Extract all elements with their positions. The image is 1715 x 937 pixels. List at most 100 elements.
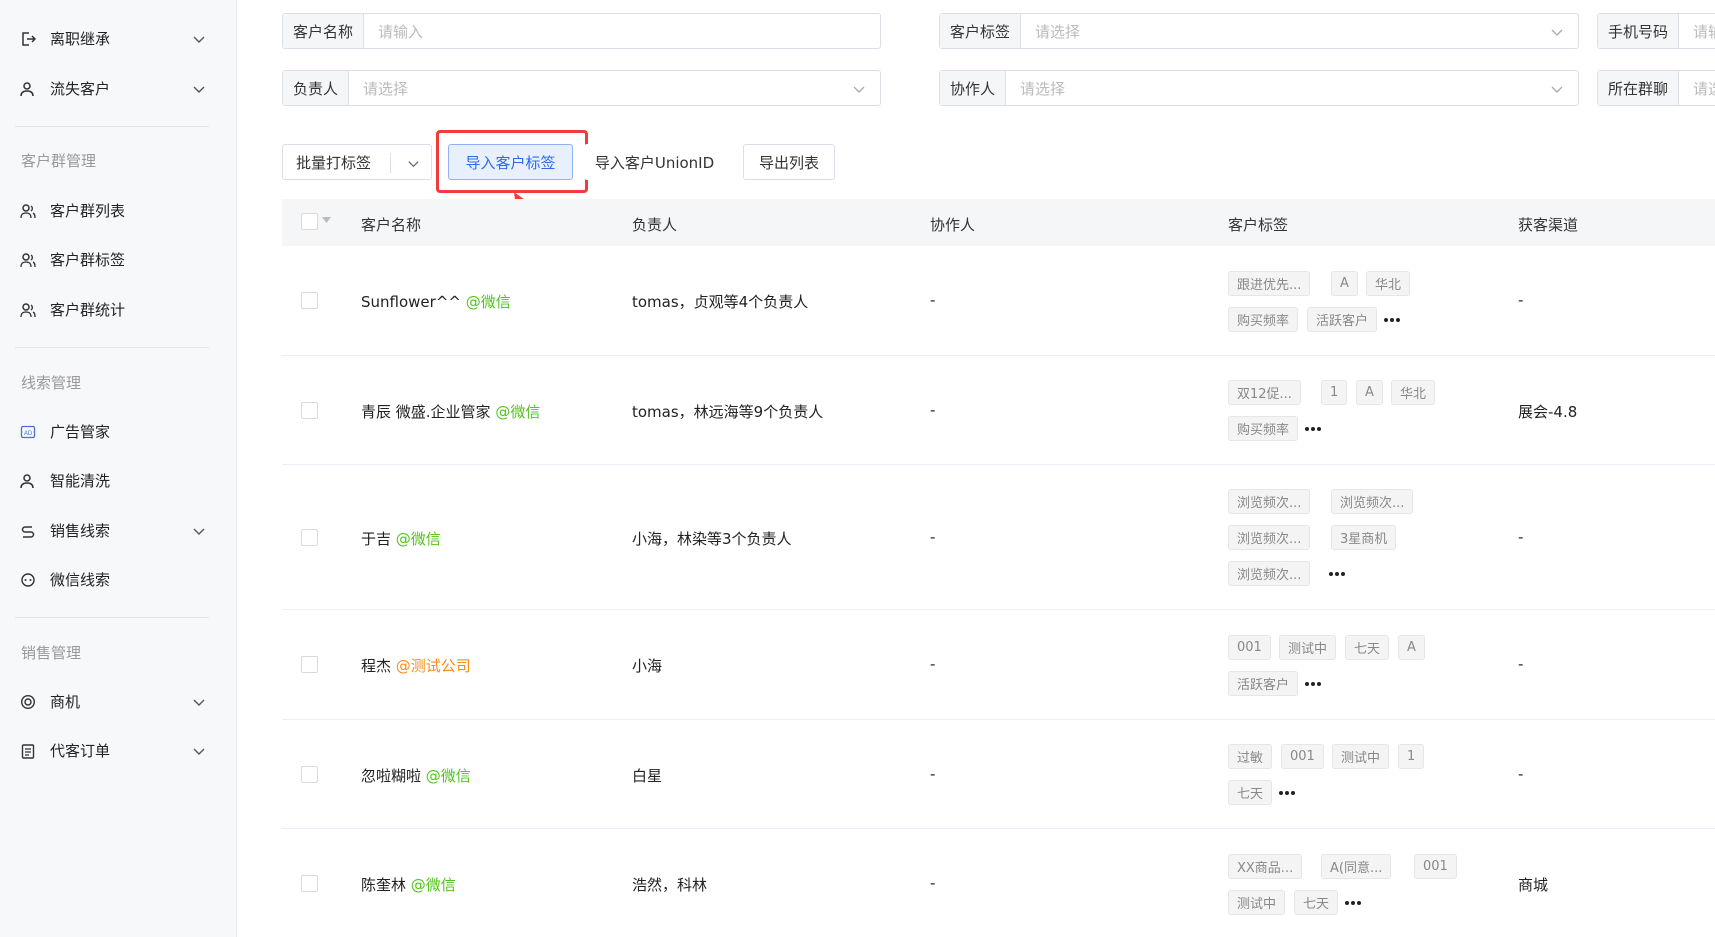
sidebar-item-opportunity[interactable]: 商机 bbox=[0, 683, 237, 719]
filter-label: 手机号码 bbox=[1598, 14, 1680, 48]
customer-tag: 001 bbox=[1281, 744, 1324, 769]
wechat-icon bbox=[21, 573, 35, 587]
table-row[interactable]: 青辰 微盛.企业管家 @微信 tomas，林远海等9个负责人 - 展会-4.8 双12促… bbox=[282, 356, 1715, 465]
divider bbox=[15, 126, 209, 127]
row-checkbox[interactable] bbox=[301, 528, 318, 546]
sidebar-item-wechat-leads[interactable]: 微信线索 bbox=[0, 561, 237, 597]
sidebar-item-label: 商机 bbox=[50, 692, 81, 711]
more-tags-icon[interactable] bbox=[1305, 679, 1325, 689]
table-row[interactable]: 于吉 @微信 小海，林染等3个负责人 - - 浏览频次... 浏览频次... 浏览频次...… bbox=[282, 465, 1715, 610]
owner-cell: 浩然，科林 bbox=[632, 876, 708, 894]
channel-cell: - bbox=[1518, 764, 1524, 783]
owner-cell: tomas，林远海等9个负责人 bbox=[632, 402, 824, 421]
customer-tag-filter[interactable]: 客户标签 请选择 bbox=[939, 13, 1579, 49]
row-checkbox[interactable] bbox=[301, 875, 318, 892]
sidebar-item-smart-clean[interactable]: 智能清洗 bbox=[0, 462, 237, 498]
group-chat-filter[interactable]: 所在群聊 请选 bbox=[1597, 70, 1715, 106]
more-tags-icon[interactable] bbox=[1279, 788, 1299, 798]
select-all-checkbox[interactable] bbox=[301, 213, 318, 230]
filter-label: 客户标签 bbox=[940, 14, 1022, 48]
customer-name: 程杰 bbox=[361, 657, 392, 675]
column-header-collaborator: 协作人 bbox=[930, 216, 976, 234]
collaborator-cell: - bbox=[930, 291, 936, 309]
collaborator-select[interactable]: 请选择 bbox=[1006, 78, 1578, 99]
chevron-down-icon bbox=[193, 748, 205, 755]
customer-name: Sunflower^^ bbox=[361, 293, 461, 311]
table-row[interactable]: 忽啦糊啦 @微信 白星 - - 过敏 001 测试中 1 七天 bbox=[282, 720, 1715, 829]
customer-name-cell[interactable]: Sunflower^^ @微信 bbox=[361, 291, 511, 312]
owner-cell: 小海，林染等3个负责人 bbox=[632, 529, 792, 548]
import-unionid-button[interactable]: 导入客户UnionID bbox=[584, 144, 725, 180]
customer-name-input[interactable]: 请输入 bbox=[364, 21, 880, 42]
export-list-button[interactable]: 导出列表 bbox=[743, 144, 835, 180]
customer-source: @微信 bbox=[425, 766, 471, 785]
collaborator-cell: - bbox=[930, 655, 936, 673]
owner-select[interactable]: 请选择 bbox=[349, 78, 880, 99]
more-tags-icon[interactable] bbox=[1345, 898, 1365, 908]
customer-name-cell[interactable]: 忽啦糊啦 @微信 bbox=[361, 765, 471, 786]
customer-name-cell[interactable]: 陈奎林 @微信 bbox=[361, 874, 456, 895]
customer-name: 陈奎林 bbox=[361, 876, 407, 894]
customer-name-filter[interactable]: 客户名称 请输入 bbox=[282, 13, 881, 49]
collaborator-filter[interactable]: 协作人 请选择 bbox=[939, 70, 1579, 106]
sidebar-item-proxy-orders[interactable]: 代客订单 bbox=[0, 732, 237, 768]
customer-tag: 跟进优先... bbox=[1228, 271, 1311, 296]
customer-tag: 活跃客户 bbox=[1307, 307, 1378, 332]
column-header-channel: 获客渠道 bbox=[1518, 216, 1579, 234]
nav-group-title: 线索管理 bbox=[21, 374, 82, 392]
batch-tag-button[interactable]: 批量打标签 bbox=[282, 144, 432, 180]
order-icon bbox=[21, 744, 35, 759]
customer-name-cell[interactable]: 程杰 @测试公司 bbox=[361, 655, 471, 676]
sidebar-item-group-stats[interactable]: 客户群统计 bbox=[0, 291, 237, 327]
sidebar-item-group-list[interactable]: 客户群列表 bbox=[0, 192, 237, 228]
sidebar: 离职继承 流失客户 客户群管理 客户群列表 客户群标签 客户群统计 线索管理 A… bbox=[0, 0, 237, 937]
sidebar-item-resign-inherit[interactable]: 离职继承 bbox=[0, 20, 237, 56]
row-checkbox[interactable] bbox=[301, 292, 318, 309]
column-header-owner: 负责人 bbox=[632, 216, 678, 234]
customer-tag: XX商品... bbox=[1228, 854, 1303, 879]
customer-tag: A(同意... bbox=[1321, 854, 1392, 879]
split-divider bbox=[390, 153, 391, 173]
sidebar-item-label: 销售线索 bbox=[50, 521, 111, 540]
customer-tag: A bbox=[1331, 271, 1358, 296]
ad-icon: AD bbox=[20, 425, 36, 439]
customer-tag-select[interactable]: 请选择 bbox=[1021, 21, 1578, 42]
customer-name-cell[interactable]: 于吉 @微信 bbox=[361, 528, 441, 549]
channel-cell: - bbox=[1518, 655, 1524, 673]
phone-filter[interactable]: 手机号码 请输 bbox=[1597, 13, 1715, 49]
sidebar-item-label: 客户群列表 bbox=[50, 201, 126, 220]
owner-filter[interactable]: 负责人 请选择 bbox=[282, 70, 881, 106]
chevron-down-icon bbox=[408, 161, 419, 168]
sidebar-item-lost-customers[interactable]: 流失客户 bbox=[0, 70, 237, 106]
more-tags-icon[interactable] bbox=[1384, 315, 1404, 325]
customer-tag: 七天 bbox=[1228, 780, 1273, 805]
chevron-down-icon bbox=[193, 86, 205, 93]
column-header-customer: 客户名称 bbox=[361, 216, 422, 234]
chevron-down-icon bbox=[1551, 86, 1563, 93]
sidebar-item-ad-manager[interactable]: AD 广告管家 bbox=[0, 413, 237, 449]
more-tags-icon[interactable] bbox=[1305, 424, 1325, 434]
table-row[interactable]: 陈奎林 @微信 浩然，科林 - 商城 XX商品... A(同意... 001 测试中 七天 bbox=[282, 829, 1715, 937]
row-checkbox[interactable] bbox=[301, 656, 318, 673]
customer-tag: 浏览频次... bbox=[1228, 561, 1311, 586]
owner-cell: 小海 bbox=[632, 657, 663, 675]
sidebar-item-group-tags[interactable]: 客户群标签 bbox=[0, 241, 237, 277]
more-tags-icon[interactable] bbox=[1329, 569, 1349, 579]
customer-name-cell[interactable]: 青辰 微盛.企业管家 @微信 bbox=[361, 401, 540, 422]
sidebar-item-label: 广告管家 bbox=[50, 422, 111, 441]
sidebar-item-sales-leads[interactable]: 销售线索 bbox=[0, 512, 237, 548]
group-chat-select[interactable]: 请选 bbox=[1679, 78, 1715, 99]
caret-down-icon[interactable] bbox=[322, 217, 331, 224]
filter-label: 协作人 bbox=[940, 71, 1007, 105]
customer-tag: 七天 bbox=[1345, 635, 1390, 660]
customer-source: @测试公司 bbox=[395, 657, 471, 675]
chevron-down-icon bbox=[1551, 29, 1563, 36]
group-icon bbox=[20, 253, 36, 268]
phone-input[interactable]: 请输 bbox=[1679, 21, 1715, 42]
table-row[interactable]: 程杰 @测试公司 小海 - - 001 测试中 七天 A 活跃客户 bbox=[282, 610, 1715, 720]
divider bbox=[15, 617, 209, 618]
row-checkbox[interactable] bbox=[301, 765, 318, 783]
row-checkbox[interactable] bbox=[301, 401, 318, 419]
table-row[interactable]: Sunflower^^ @微信 tomas，贞观等4个负责人 - - 跟进优先... A 华… bbox=[282, 246, 1715, 356]
customer-tag: 华北 bbox=[1391, 380, 1436, 405]
